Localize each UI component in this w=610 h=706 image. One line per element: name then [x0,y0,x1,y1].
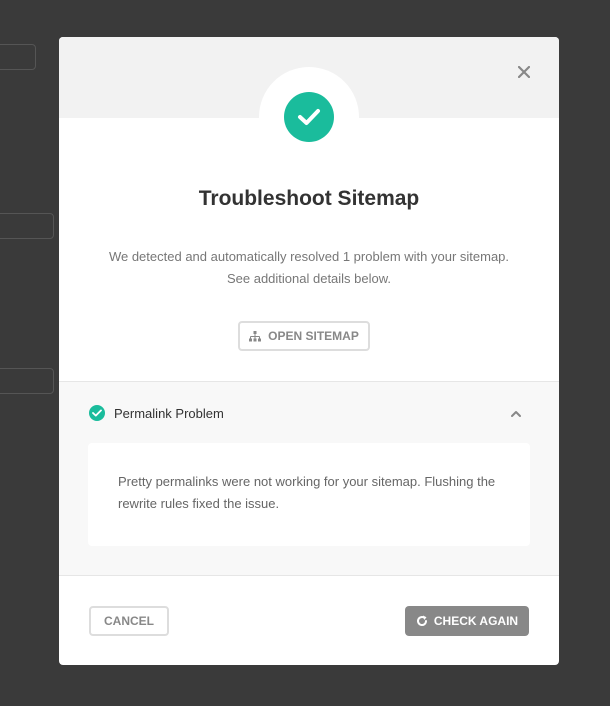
check-circle-icon [284,92,334,142]
issue-details: Pretty permalinks were not working for y… [88,443,530,546]
close-icon [518,66,530,78]
background-button [0,368,54,394]
open-sitemap-label: OPEN SITEMAP [268,329,359,343]
issue-title: Permalink Problem [114,406,224,421]
issue-accordion: Permalink Problem Pretty permalinks were… [59,381,559,576]
background-button [0,44,36,70]
troubleshoot-sitemap-modal: Troubleshoot Sitemap We detected and aut… [59,37,559,665]
issue-accordion-header[interactable]: Permalink Problem [89,404,529,424]
modal-description: We detected and automatically resolved 1… [108,249,510,286]
sitemap-icon [249,330,262,341]
open-sitemap-button[interactable]: OPEN SITEMAP [238,321,370,351]
close-button[interactable] [515,63,533,81]
success-badge [259,67,359,167]
refresh-icon [416,615,427,627]
background-button [0,213,54,239]
modal-title: Troubleshoot Sitemap [198,187,420,210]
check-again-button[interactable]: CHECK AGAIN [405,606,529,636]
check-circle-icon [89,405,105,421]
check-again-label: CHECK AGAIN [433,614,519,628]
cancel-button[interactable]: CANCEL [89,606,169,636]
chevron-up-icon[interactable] [509,407,523,421]
